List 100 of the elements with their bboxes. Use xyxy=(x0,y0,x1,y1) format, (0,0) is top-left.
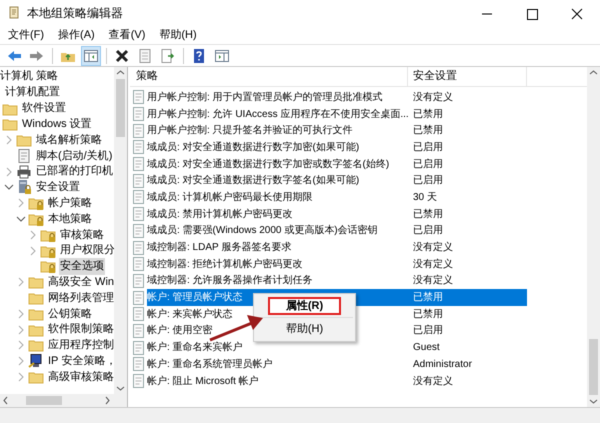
tree-item[interactable]: 应用程序控制 xyxy=(47,337,114,354)
table-cell[interactable]: 已禁用 xyxy=(413,106,443,122)
table-cell[interactable]: 已启用 xyxy=(413,156,443,172)
export-icon xyxy=(160,48,176,64)
table-cell[interactable]: 30 天 xyxy=(413,190,437,205)
table-cell[interactable]: 帐户: 使用空密 xyxy=(147,323,213,338)
table-cell[interactable]: 已启用 xyxy=(413,323,443,338)
table-cell[interactable]: 用户帐户控制: 允许 UIAccess 应用程序在不使用安全桌面... xyxy=(147,106,409,122)
table-cell[interactable]: 没有定义 xyxy=(413,256,453,272)
tree-item[interactable]: 脚本(启动/关机) xyxy=(35,148,114,164)
table-cell[interactable]: 没有定义 xyxy=(413,90,453,105)
table-cell[interactable]: 域成员: 计算机帐户密码最长使用期限 xyxy=(147,190,313,205)
expand-icon[interactable] xyxy=(16,198,26,208)
tree-item[interactable]: 网络列表管理 xyxy=(47,290,114,306)
expand-icon[interactable] xyxy=(28,230,38,240)
tree-item[interactable]: 高级审核策略 xyxy=(47,368,114,386)
policy-icon xyxy=(131,206,145,222)
tree-item[interactable]: 安全选项 xyxy=(59,258,105,275)
expand-icon[interactable] xyxy=(4,135,14,146)
expand-icon[interactable] xyxy=(16,277,26,288)
policy-icon xyxy=(131,222,145,239)
policy-icon xyxy=(131,139,145,156)
policy-icon xyxy=(131,240,145,256)
table-cell[interactable]: 域控制器: 拒绝计算机帐户密码更改 xyxy=(147,256,303,272)
scrollbar[interactable] xyxy=(114,67,127,394)
policy-icon xyxy=(131,272,145,289)
expand-icon[interactable] xyxy=(16,324,26,335)
script-icon xyxy=(16,148,32,164)
table-cell[interactable]: 用户帐户控制: 只提升签名并验证的可执行文件 xyxy=(147,123,353,138)
table-cell[interactable]: 域成员: 需要强(Windows 2000 或更高版本)会话密钥 xyxy=(147,223,378,238)
table-cell[interactable]: 帐户: 重命名系统管理员帐户 xyxy=(147,356,273,372)
scroll-thumb[interactable] xyxy=(116,79,125,137)
expand-icon[interactable] xyxy=(4,166,14,177)
table-cell[interactable]: 帐户: 阻止 Microsoft 帐户 xyxy=(147,374,259,389)
tree-item[interactable]: 公钥策略 xyxy=(47,306,93,322)
table-cell[interactable]: 已禁用 xyxy=(413,306,443,322)
menu-item[interactable]: 属性(R) xyxy=(268,297,341,315)
collapse-icon[interactable] xyxy=(4,182,14,192)
table-cell[interactable]: 已启用 xyxy=(413,223,443,238)
tree-item[interactable]: 高级安全 Win xyxy=(47,274,114,291)
policy-icon xyxy=(131,256,145,272)
expand-icon[interactable] xyxy=(16,372,26,382)
table-cell[interactable]: 没有定义 xyxy=(413,273,453,288)
table-cell[interactable]: Guest xyxy=(413,340,440,356)
table-cell[interactable]: 没有定义 xyxy=(413,374,453,389)
table-cell[interactable]: 已启用 xyxy=(413,140,443,155)
table-cell[interactable]: 域成员: 对安全通道数据进行数字签名(如果可能) xyxy=(147,173,360,188)
policy-icon xyxy=(131,172,145,189)
table-cell[interactable]: 帐户: 重命名来宾帐户 xyxy=(147,340,243,356)
tree-item[interactable]: 域名解析策略 xyxy=(35,132,103,148)
table-cell[interactable]: 域控制器: LDAP 服务器签名要求 xyxy=(147,240,292,256)
menu-item[interactable]: 帮助(H) xyxy=(268,320,341,338)
tree-item[interactable]: 安全设置 xyxy=(35,179,81,196)
table-cell[interactable]: 已启用 xyxy=(413,173,443,188)
menu-item[interactable]: 帮助(H) xyxy=(159,26,197,44)
menu-item[interactable]: 操作(A) xyxy=(58,26,95,44)
policy-icon xyxy=(131,156,145,172)
tree-item[interactable]: 本地策略 xyxy=(47,210,93,228)
policy-icon xyxy=(131,189,145,206)
policy-icon xyxy=(131,290,145,306)
policy-icon xyxy=(131,373,145,390)
scrollbar[interactable] xyxy=(587,67,600,407)
table-cell[interactable]: 用户帐户控制: 用于内置管理员帐户的管理员批准模式 xyxy=(147,90,383,105)
expand-icon[interactable] xyxy=(16,308,26,319)
policy-icon xyxy=(131,106,145,122)
table-cell[interactable]: 已禁用 xyxy=(413,206,443,222)
table-cell[interactable]: 域成员: 禁用计算机帐户密码更改 xyxy=(147,206,293,222)
table-cell[interactable]: 域成员: 对安全通道数据进行数字加密(如果可能) xyxy=(147,140,360,155)
policy-icon xyxy=(131,322,145,339)
collapse-icon[interactable] xyxy=(16,214,26,224)
table-cell[interactable]: 没有定义 xyxy=(413,240,453,256)
expand-icon[interactable] xyxy=(16,340,26,350)
table-cell[interactable]: 域成员: 对安全通道数据进行数字加密或数字签名(始终) xyxy=(147,156,390,172)
column-header[interactable]: 策略 xyxy=(130,67,408,86)
scroll-thumb[interactable] xyxy=(589,339,598,395)
menu-item[interactable]: 文件(F) xyxy=(8,26,44,44)
tree-item[interactable]: Windows 设置 xyxy=(21,116,93,133)
policy-icon xyxy=(131,122,145,139)
table-cell[interactable]: 已禁用 xyxy=(413,123,443,138)
tree-item[interactable]: 审核策略 xyxy=(59,226,105,244)
help-icon xyxy=(191,48,207,64)
table-cell[interactable]: 帐户: 管理员帐户状态 xyxy=(147,290,243,306)
horizontal-scrollbar[interactable] xyxy=(0,394,127,407)
tree-item[interactable]: 已部署的打印机 xyxy=(35,163,114,180)
window-title: 本地组策略编辑器 xyxy=(27,5,123,22)
column-header[interactable]: 安全设置 xyxy=(408,67,527,86)
table-cell[interactable]: Administrator xyxy=(413,356,472,372)
tree-item[interactable]: 软件设置 xyxy=(21,100,67,117)
table-cell[interactable]: 帐户: 来宾帐户状态 xyxy=(147,306,233,322)
computer-icon xyxy=(28,353,44,370)
tree-item[interactable]: 软件限制策略 xyxy=(47,321,114,338)
pane-icon xyxy=(214,48,230,64)
table-cell[interactable]: 域控制器: 允许服务器操作者计划任务 xyxy=(147,273,313,288)
scroll-thumb[interactable] xyxy=(26,396,62,405)
menu-item[interactable]: 查看(V) xyxy=(108,26,146,44)
tree-item[interactable]: IP 安全策略， xyxy=(47,353,114,370)
tree-item[interactable]: 帐户策略 xyxy=(47,195,93,212)
tree-item[interactable]: 计算机配置 xyxy=(4,84,61,101)
expand-icon[interactable] xyxy=(28,246,38,256)
expand-icon[interactable] xyxy=(16,356,26,366)
